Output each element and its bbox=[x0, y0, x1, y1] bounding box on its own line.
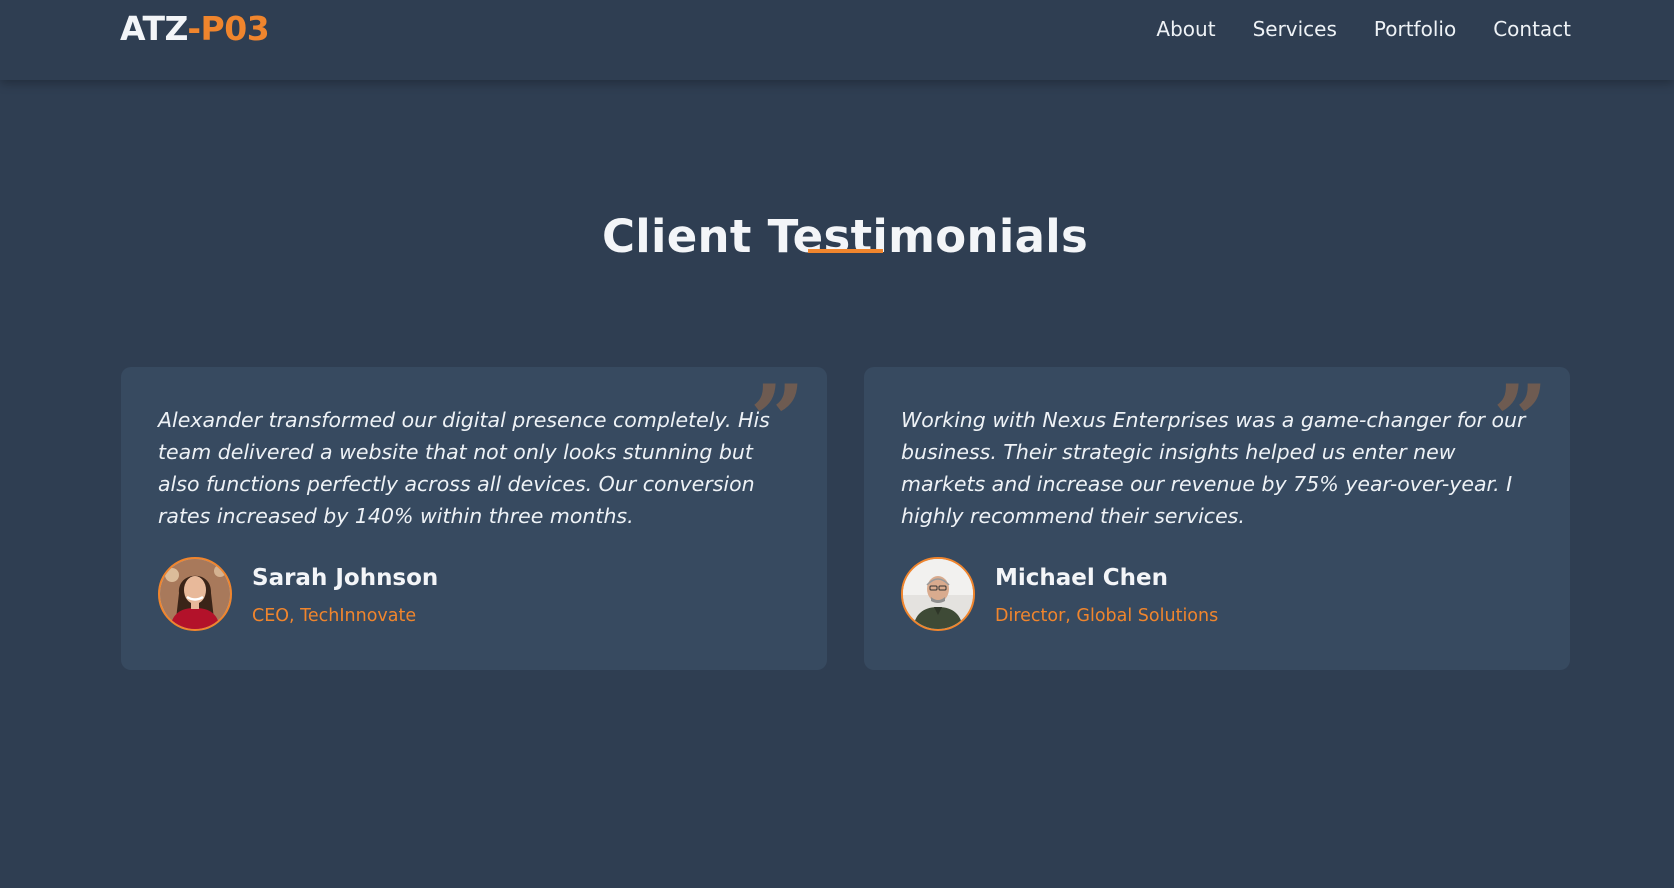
client-name: Michael Chen bbox=[995, 565, 1169, 591]
client-avatar bbox=[158, 557, 232, 631]
avatar-photo bbox=[160, 559, 230, 629]
client-role: Director, Global Solutions bbox=[995, 606, 1219, 626]
section-title: Client Testimonials bbox=[601, 210, 1089, 264]
site-logo[interactable]: ATZ-P03 bbox=[120, 9, 270, 48]
logo-primary-text: ATZ bbox=[120, 9, 188, 48]
logo-accent-text: -P03 bbox=[187, 9, 270, 48]
client-name: Sarah Johnson bbox=[252, 565, 439, 591]
nav-link-about[interactable]: About bbox=[1156, 17, 1215, 41]
main-nav: About Services Portfolio Contact bbox=[1156, 17, 1571, 41]
nav-link-portfolio[interactable]: Portfolio bbox=[1374, 17, 1456, 41]
nav-link-services[interactable]: Services bbox=[1253, 17, 1337, 41]
testimonial-quote: Working with Nexus Enterprises was a gam… bbox=[901, 408, 1526, 528]
title-underline bbox=[808, 249, 883, 253]
testimonial-quote: Alexander transformed our digital presen… bbox=[158, 408, 770, 528]
nav-link-contact[interactable]: Contact bbox=[1493, 17, 1571, 41]
testimonial-card: ” Working with Nexus Enterprises was a g… bbox=[864, 367, 1570, 670]
client-role: CEO, TechInnovate bbox=[252, 606, 417, 626]
navbar: ATZ-P03 About Services Portfolio Contact bbox=[0, 0, 1674, 80]
avatar-photo bbox=[903, 559, 973, 629]
client-avatar bbox=[901, 557, 975, 631]
testimonial-card: ” Alexander transformed our digital pres… bbox=[121, 367, 827, 670]
